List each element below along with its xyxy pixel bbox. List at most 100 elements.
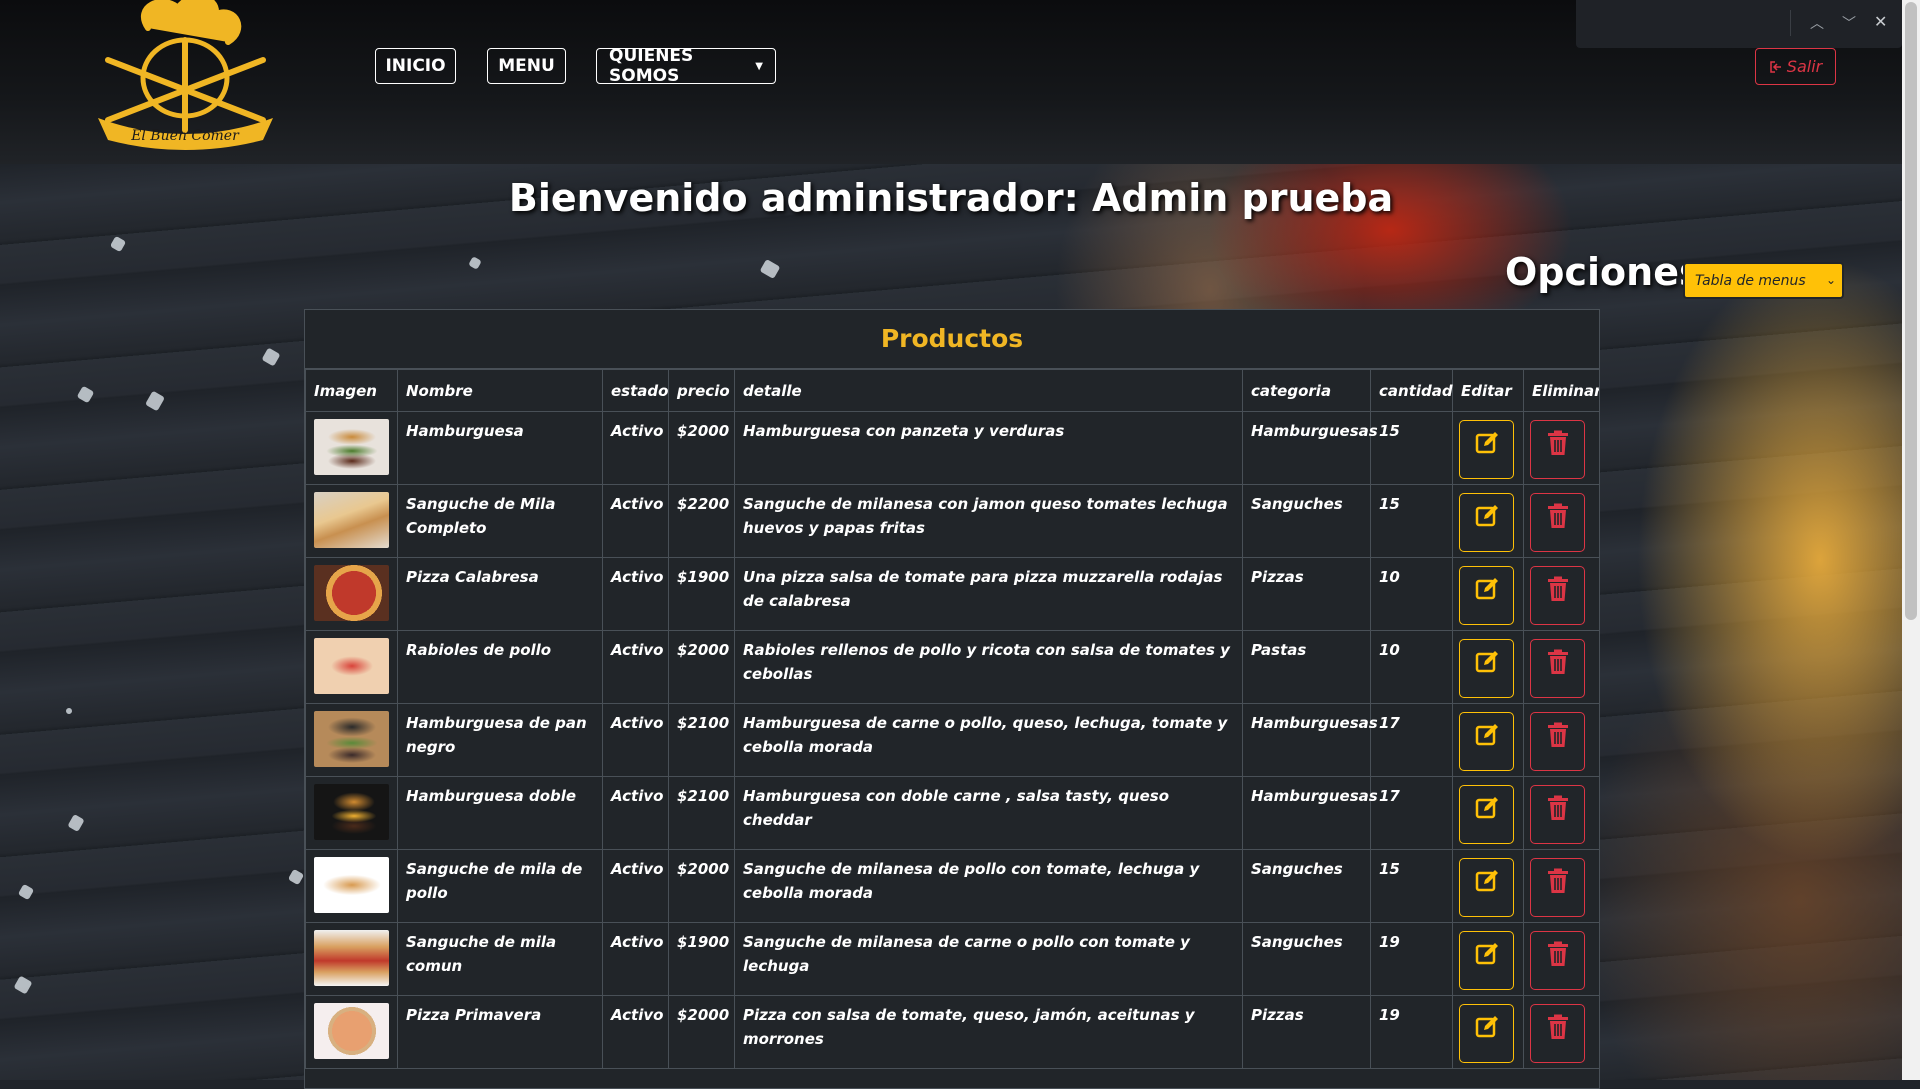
- nav-quienes-dropdown[interactable]: QUIENES SOMOS ▼: [596, 46, 776, 86]
- logout-button[interactable]: Salir: [1755, 48, 1836, 85]
- edit-icon: [1475, 943, 1498, 965]
- edit-button[interactable]: [1459, 493, 1514, 552]
- delete-button[interactable]: [1530, 785, 1585, 844]
- product-category: Hamburguesas: [1242, 411, 1378, 485]
- product-detail: Sanguche de milanesa de pollo con tomate…: [734, 849, 1243, 923]
- edit-button[interactable]: [1459, 639, 1514, 698]
- header-cantidad: cantidad: [1370, 369, 1453, 412]
- product-image: [314, 419, 389, 475]
- product-category: Hamburguesas: [1242, 776, 1378, 850]
- product-price: $2200: [668, 484, 735, 558]
- trash-icon: [1547, 941, 1568, 966]
- product-quantity: 19: [1370, 922, 1453, 996]
- header-editar: Editar: [1452, 369, 1524, 412]
- edit-button[interactable]: [1459, 858, 1514, 917]
- product-detail: Hamburguesa con panzeta y verduras: [734, 411, 1243, 485]
- close-icon[interactable]: ✕: [1874, 12, 1887, 31]
- product-category: Pizzas: [1242, 557, 1371, 631]
- edit-cell: [1452, 776, 1524, 850]
- chevron-up-icon[interactable]: ︿: [1810, 13, 1824, 33]
- header-categoria: categoria: [1242, 369, 1371, 412]
- delete-cell: [1523, 849, 1599, 923]
- product-category: Sanguches: [1242, 849, 1371, 923]
- edit-button[interactable]: [1459, 1004, 1514, 1063]
- edit-button[interactable]: [1459, 785, 1514, 844]
- product-image-cell: [305, 995, 398, 1069]
- product-image: [314, 857, 389, 913]
- edit-cell: [1452, 557, 1524, 631]
- delete-button[interactable]: [1530, 420, 1585, 479]
- product-detail: Sanguche de milanesa con jamon queso tom…: [734, 484, 1243, 558]
- product-detail: Sanguche de milanesa de carne o pollo co…: [734, 922, 1243, 996]
- header-detalle: detalle: [734, 369, 1243, 412]
- product-category: Pastas: [1242, 630, 1371, 704]
- product-quantity: 10: [1370, 557, 1453, 631]
- trash-icon: [1547, 868, 1568, 893]
- product-category: Sanguches: [1242, 484, 1371, 558]
- product-price: $2100: [668, 776, 735, 850]
- nav-inicio-button[interactable]: INICIO: [375, 48, 456, 84]
- table-row: Hamburguesa doble Activo $2100 Hamburguesa …: [305, 776, 1599, 850]
- table-row: Rabioles de pollo Activo $2000 Rabioles rel…: [305, 630, 1599, 704]
- product-status: Activo: [602, 922, 669, 996]
- svg-text:El Buen Comer: El Buen Comer: [130, 128, 240, 144]
- delete-cell: [1523, 557, 1599, 631]
- delete-button[interactable]: [1530, 639, 1585, 698]
- delete-cell: [1523, 776, 1599, 850]
- product-image: [314, 784, 389, 840]
- delete-button[interactable]: [1530, 931, 1585, 990]
- edit-cell: [1452, 922, 1524, 996]
- delete-button[interactable]: [1530, 566, 1585, 625]
- edit-cell: [1452, 484, 1524, 558]
- product-image: [314, 930, 389, 986]
- header-precio: precio: [668, 369, 735, 412]
- product-status: Activo: [602, 484, 669, 558]
- product-quantity: 17: [1370, 703, 1453, 777]
- delete-button[interactable]: [1530, 1004, 1585, 1063]
- trash-icon: [1547, 576, 1568, 601]
- product-detail: Hamburguesa con doble carne , salsa tast…: [734, 776, 1243, 850]
- product-detail: Una pizza salsa de tomate para pizza muz…: [734, 557, 1243, 631]
- edit-icon: [1475, 724, 1498, 746]
- product-category: Hamburguesas: [1242, 703, 1378, 777]
- product-name: Sanguche de mila de pollo: [397, 849, 603, 923]
- edit-button[interactable]: [1459, 712, 1514, 771]
- product-quantity: 19: [1370, 995, 1453, 1069]
- table-row: Sanguche de Mila Completo Activo $2200 Sang…: [305, 484, 1599, 558]
- delete-cell: [1523, 922, 1599, 996]
- product-image-cell: [305, 776, 398, 850]
- product-price: $1900: [668, 557, 735, 631]
- delete-cell: [1523, 630, 1599, 704]
- delete-button[interactable]: [1530, 712, 1585, 771]
- delete-cell: [1523, 995, 1599, 1069]
- edit-button[interactable]: [1459, 566, 1514, 625]
- opciones-label: Opciones: [1505, 250, 1702, 294]
- product-price: $2000: [668, 995, 735, 1069]
- chevron-down-icon[interactable]: ﹀: [1842, 13, 1856, 33]
- edit-button[interactable]: [1459, 931, 1514, 990]
- product-image-cell: [305, 630, 398, 704]
- product-detail: Pizza con salsa de tomate, queso, jamón,…: [734, 995, 1243, 1069]
- trash-icon: [1547, 1014, 1568, 1039]
- edit-icon: [1475, 578, 1498, 600]
- product-name: Pizza Primavera: [397, 995, 603, 1069]
- edit-cell: [1452, 849, 1524, 923]
- product-status: Activo: [602, 776, 669, 850]
- nav-menu-button[interactable]: MENU: [487, 48, 566, 84]
- edit-icon: [1475, 870, 1498, 892]
- delete-button[interactable]: [1530, 493, 1585, 552]
- product-name: Hamburguesa: [397, 411, 603, 485]
- edit-cell: [1452, 411, 1524, 485]
- delete-button[interactable]: [1530, 858, 1585, 917]
- nav-quienes-label: QUIENES SOMOS: [609, 46, 694, 86]
- table-row: Pizza Primavera Activo $2000 Pizza con sals…: [305, 995, 1599, 1069]
- logo[interactable]: El Buen Comer: [78, 0, 293, 152]
- trash-icon: [1547, 649, 1568, 674]
- opciones-select[interactable]: Tabla de menus ⌄: [1683, 262, 1844, 299]
- product-name: Hamburguesa doble: [397, 776, 603, 850]
- edit-button[interactable]: [1459, 420, 1514, 479]
- product-price: $2000: [668, 849, 735, 923]
- product-status: Activo: [602, 849, 669, 923]
- scrollbar-thumb[interactable]: [1905, 2, 1917, 620]
- product-image-cell: [305, 703, 398, 777]
